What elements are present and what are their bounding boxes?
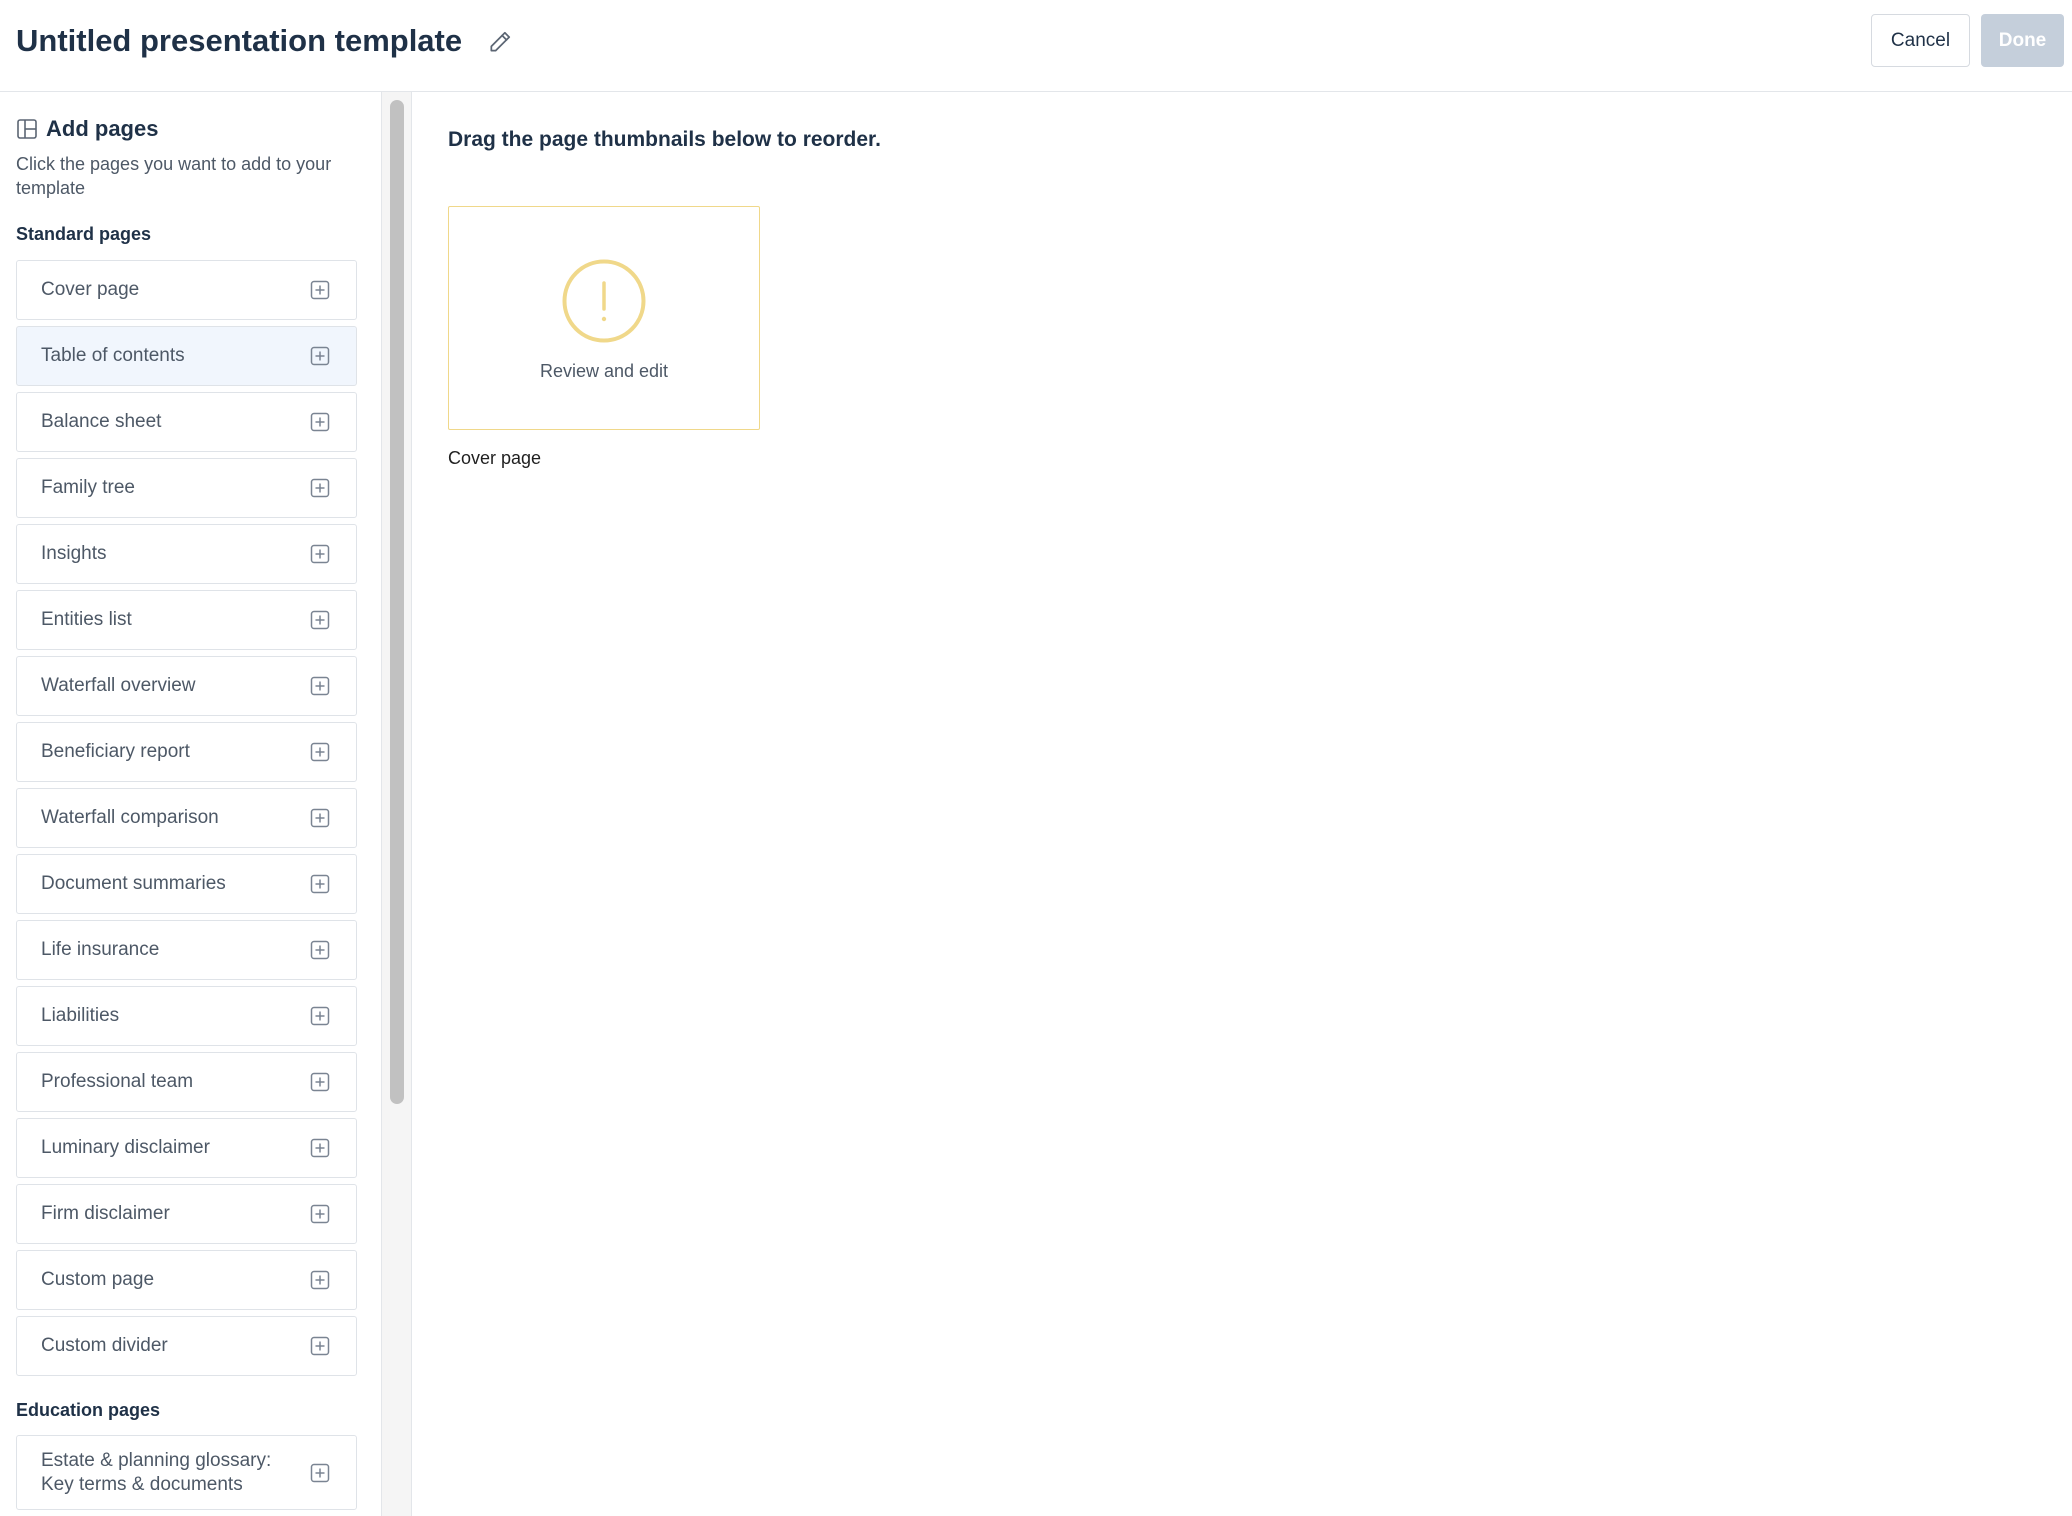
thumbnail-status: Review and edit <box>539 361 669 381</box>
plus-square-icon <box>310 808 330 828</box>
page-option-estate-planning-glossary-key-terms-documents[interactable]: Estate & planning glossary: Key terms & … <box>16 1435 357 1510</box>
plus-square-icon <box>310 610 330 630</box>
page-option-label: Life insurance <box>41 939 160 960</box>
plus-square-icon <box>310 346 330 366</box>
plus-square-icon <box>310 1204 330 1224</box>
plus-square-icon <box>310 1463 330 1482</box>
plus-square-icon <box>310 742 330 762</box>
page-option-label: Balance sheet <box>41 411 162 432</box>
plus-square-icon <box>310 478 330 498</box>
education-pages-list: Estate & planning glossary: Key terms & … <box>16 1435 357 1516</box>
reorder-area: Drag the page thumbnails below to reorde… <box>412 92 2072 1516</box>
plus-square-icon <box>310 1072 330 1092</box>
page-option-label: Table of contents <box>41 345 185 366</box>
page-option-waterfall-overview[interactable]: Waterfall overview <box>16 656 357 716</box>
pencil-icon <box>490 31 511 52</box>
standard-pages-heading: Standard pages <box>16 224 152 244</box>
thumbnail-caption: Cover page <box>448 448 542 468</box>
page-option-balance-sheet[interactable]: Balance sheet <box>16 392 357 452</box>
app-header: Untitled presentation template Cancel Do… <box>0 0 2072 92</box>
plus-square-icon <box>310 874 330 894</box>
plus-square-icon <box>310 1006 330 1026</box>
edit-title-button[interactable] <box>484 26 516 58</box>
page-option-label: Family tree <box>41 477 135 498</box>
done-button[interactable]: Done <box>1981 14 2064 67</box>
add-pages-sidebar: Add pages Click the pages you want to ad… <box>0 92 382 1516</box>
reorder-instruction: Drag the page thumbnails below to reorde… <box>448 128 881 151</box>
scrollbar-thumb[interactable] <box>390 100 404 1104</box>
page-option-label: Cover page <box>41 279 140 300</box>
plus-square-icon <box>310 280 330 300</box>
page-option-label: Estate & planning glossary: Key terms & … <box>41 1449 272 1495</box>
page-option-firm-disclaimer[interactable]: Firm disclaimer <box>16 1184 357 1244</box>
exclamation-circle-icon <box>562 259 646 343</box>
plus-square-icon <box>310 1336 330 1356</box>
page-option-label: Waterfall overview <box>41 675 196 696</box>
page-option-label: Liabilities <box>41 1005 120 1026</box>
page-option-family-tree[interactable]: Family tree <box>16 458 357 518</box>
page-option-label: Luminary disclaimer <box>41 1137 210 1158</box>
plus-square-icon <box>310 1270 330 1290</box>
add-pages-title: Add pages <box>46 116 159 141</box>
page-option-insights[interactable]: Insights <box>16 524 357 584</box>
page-option-table-of-contents[interactable]: Table of contents <box>16 326 357 386</box>
page-option-label: Firm disclaimer <box>41 1203 170 1224</box>
plus-square-icon <box>310 1138 330 1158</box>
page-option-label: Custom divider <box>41 1335 168 1356</box>
sidebar-scrollbar[interactable] <box>382 92 412 1516</box>
plus-square-icon <box>310 676 330 696</box>
page-option-label: Entities list <box>41 609 132 630</box>
standard-pages-list: Cover page Table of contents Balance sheet… <box>16 260 357 1382</box>
add-pages-description: Click the pages you want to add to your … <box>16 154 332 198</box>
page-option-liabilities[interactable]: Liabilities <box>16 986 357 1046</box>
page-option-label: Waterfall comparison <box>41 807 219 828</box>
plus-square-icon <box>310 544 330 564</box>
plus-square-icon <box>310 412 330 432</box>
education-pages-heading: Education pages <box>16 1400 161 1420</box>
page-option-label: Professional team <box>41 1071 194 1092</box>
page-thumbnail[interactable]: Review and edit <box>448 206 760 430</box>
page-option-label: Beneficiary report <box>41 741 190 762</box>
page-option-label: Insights <box>41 543 107 564</box>
layout-icon <box>17 119 37 139</box>
page-option-custom-page[interactable]: Custom page <box>16 1250 357 1310</box>
cancel-button[interactable]: Cancel <box>1871 14 1970 67</box>
page-option-luminary-disclaimer[interactable]: Luminary disclaimer <box>16 1118 357 1178</box>
page-option-waterfall-comparison[interactable]: Waterfall comparison <box>16 788 357 848</box>
page-option-professional-team[interactable]: Professional team <box>16 1052 357 1112</box>
page-option-entities-list[interactable]: Entities list <box>16 590 357 650</box>
page-option-custom-divider[interactable]: Custom divider <box>16 1316 357 1376</box>
page-option-label: Custom page <box>41 1269 155 1290</box>
template-title: Untitled presentation template <box>16 23 463 58</box>
plus-square-icon <box>310 940 330 960</box>
page-option-beneficiary-report[interactable]: Beneficiary report <box>16 722 357 782</box>
add-pages-header: Add pages <box>16 116 158 142</box>
page-option-label: Document summaries <box>41 873 226 894</box>
page-option-cover-page[interactable]: Cover page <box>16 260 357 320</box>
page-option-document-summaries[interactable]: Document summaries <box>16 854 357 914</box>
page-option-life-insurance[interactable]: Life insurance <box>16 920 357 980</box>
